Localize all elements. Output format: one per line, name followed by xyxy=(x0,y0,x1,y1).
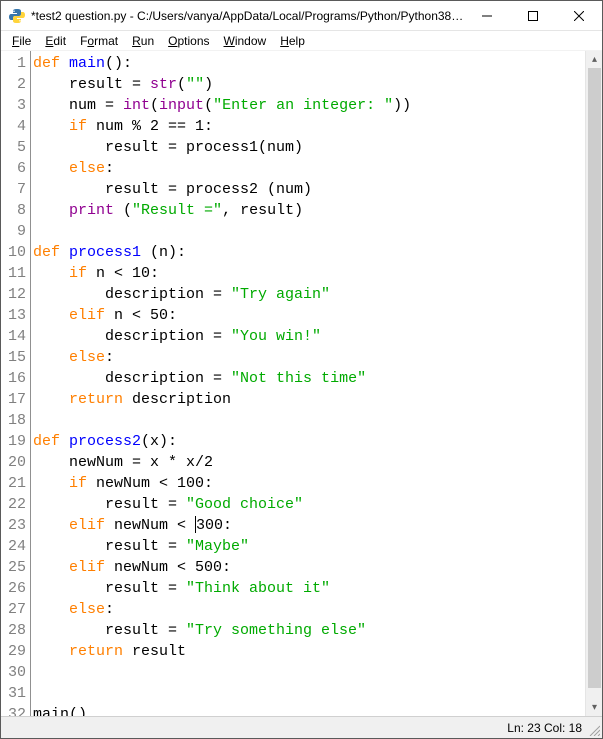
code-line[interactable]: result = "Try something else" xyxy=(31,620,585,641)
line-number: 13 xyxy=(1,305,30,326)
code-line[interactable]: if newNum < 100: xyxy=(31,473,585,494)
line-number: 24 xyxy=(1,536,30,557)
line-number: 19 xyxy=(1,431,30,452)
code-line[interactable]: result = "Good choice" xyxy=(31,494,585,515)
menu-format-rest: rmat xyxy=(94,34,118,48)
line-number: 28 xyxy=(1,620,30,641)
code-line[interactable]: return description xyxy=(31,389,585,410)
menu-help[interactable]: Help xyxy=(273,33,312,49)
line-number: 31 xyxy=(1,683,30,704)
code-line[interactable]: description = "Not this time" xyxy=(31,368,585,389)
menu-help-rest: elp xyxy=(289,34,305,48)
code-line[interactable]: result = process1(num) xyxy=(31,137,585,158)
menu-window-rest: indow xyxy=(235,34,266,48)
line-number: 18 xyxy=(1,410,30,431)
line-number: 30 xyxy=(1,662,30,683)
code-line[interactable]: result = "Think about it" xyxy=(31,578,585,599)
line-number-gutter: 1234567891011121314151617181920212223242… xyxy=(1,51,31,716)
menu-options[interactable]: Options xyxy=(161,33,216,49)
code-line[interactable]: result = str("") xyxy=(31,74,585,95)
menubar: File Edit Format Run Options Window Help xyxy=(1,31,602,51)
line-number: 15 xyxy=(1,347,30,368)
line-number: 2 xyxy=(1,74,30,95)
line-number: 29 xyxy=(1,641,30,662)
line-number: 23 xyxy=(1,515,30,536)
code-line[interactable]: def process2(x): xyxy=(31,431,585,452)
menu-edit-rest: dit xyxy=(53,34,66,48)
code-line[interactable]: result = "Maybe" xyxy=(31,536,585,557)
code-line[interactable]: main() xyxy=(31,704,585,716)
line-number: 14 xyxy=(1,326,30,347)
line-number: 17 xyxy=(1,389,30,410)
window-controls xyxy=(464,1,602,30)
maximize-button[interactable] xyxy=(510,1,556,30)
line-number: 22 xyxy=(1,494,30,515)
line-number: 6 xyxy=(1,158,30,179)
code-area[interactable]: def main(): result = str("") num = int(i… xyxy=(31,51,585,716)
line-number: 20 xyxy=(1,452,30,473)
resize-grip-icon[interactable] xyxy=(588,724,600,736)
status-cursor-position: Ln: 23 Col: 18 xyxy=(507,721,582,735)
code-line[interactable]: return result xyxy=(31,641,585,662)
code-line[interactable]: result = process2 (num) xyxy=(31,179,585,200)
idle-app-icon xyxy=(9,8,25,24)
line-number: 8 xyxy=(1,200,30,221)
close-button[interactable] xyxy=(556,1,602,30)
line-number: 21 xyxy=(1,473,30,494)
line-number: 4 xyxy=(1,116,30,137)
menu-window[interactable]: Window xyxy=(217,33,274,49)
menu-edit[interactable]: Edit xyxy=(38,33,73,49)
line-number: 10 xyxy=(1,242,30,263)
menu-options-rest: ptions xyxy=(177,34,209,48)
statusbar: Ln: 23 Col: 18 xyxy=(1,716,602,738)
code-line[interactable]: else: xyxy=(31,347,585,368)
code-line[interactable] xyxy=(31,410,585,431)
window-frame: *test2 question.py - C:/Users/vanya/AppD… xyxy=(0,0,603,739)
code-line[interactable]: description = "You win!" xyxy=(31,326,585,347)
line-number: 7 xyxy=(1,179,30,200)
code-line[interactable]: num = int(input("Enter an integer: ")) xyxy=(31,95,585,116)
line-number: 25 xyxy=(1,557,30,578)
code-line[interactable]: elif newNum < 500: xyxy=(31,557,585,578)
line-number: 26 xyxy=(1,578,30,599)
code-line[interactable]: elif n < 50: xyxy=(31,305,585,326)
scroll-thumb[interactable] xyxy=(588,68,601,688)
line-number: 1 xyxy=(1,53,30,74)
menu-file[interactable]: File xyxy=(5,33,38,49)
code-line[interactable]: def main(): xyxy=(31,53,585,74)
menu-format[interactable]: Format xyxy=(73,33,125,49)
scroll-up-arrow-icon[interactable]: ▴ xyxy=(586,51,603,68)
line-number: 11 xyxy=(1,263,30,284)
titlebar[interactable]: *test2 question.py - C:/Users/vanya/AppD… xyxy=(1,1,602,31)
code-line[interactable]: else: xyxy=(31,599,585,620)
code-line[interactable]: def process1 (n): xyxy=(31,242,585,263)
code-line[interactable]: if n < 10: xyxy=(31,263,585,284)
vertical-scrollbar[interactable]: ▴ ▾ xyxy=(585,51,602,716)
code-line[interactable] xyxy=(31,662,585,683)
line-number: 9 xyxy=(1,221,30,242)
code-line[interactable]: description = "Try again" xyxy=(31,284,585,305)
line-number: 12 xyxy=(1,284,30,305)
code-line[interactable]: if num % 2 == 1: xyxy=(31,116,585,137)
scroll-down-arrow-icon[interactable]: ▾ xyxy=(586,699,603,716)
code-line[interactable]: print ("Result =", result) xyxy=(31,200,585,221)
code-line[interactable] xyxy=(31,221,585,242)
code-line[interactable]: elif newNum < 300: xyxy=(31,515,585,536)
menu-run[interactable]: Run xyxy=(125,33,161,49)
text-cursor xyxy=(195,516,196,533)
menu-run-rest: un xyxy=(141,34,154,48)
menu-file-rest: ile xyxy=(19,34,31,48)
line-number: 16 xyxy=(1,368,30,389)
line-number: 5 xyxy=(1,137,30,158)
line-number: 27 xyxy=(1,599,30,620)
editor: 1234567891011121314151617181920212223242… xyxy=(1,51,602,716)
code-line[interactable]: else: xyxy=(31,158,585,179)
code-line[interactable] xyxy=(31,683,585,704)
line-number: 3 xyxy=(1,95,30,116)
window-title: *test2 question.py - C:/Users/vanya/AppD… xyxy=(31,9,464,23)
code-line[interactable]: newNum = x * x/2 xyxy=(31,452,585,473)
minimize-button[interactable] xyxy=(464,1,510,30)
